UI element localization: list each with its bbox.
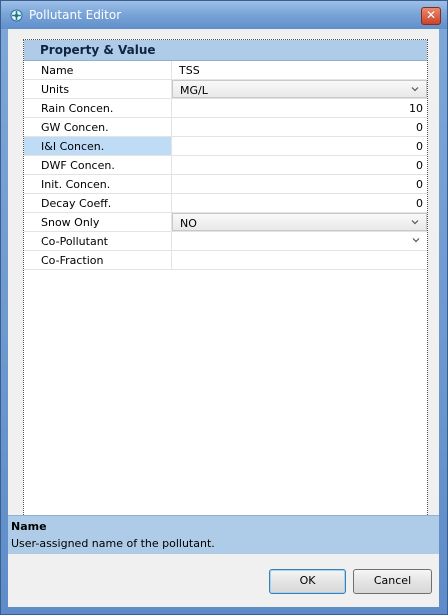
property-row[interactable]: Co-Pollutant: [24, 232, 427, 251]
grid-header-label: Property & Value: [40, 43, 156, 57]
property-value-dropdown[interactable]: [172, 232, 427, 250]
property-value-field[interactable]: 0: [172, 156, 427, 174]
property-name-cell[interactable]: Co-Fraction: [24, 251, 172, 269]
property-value: NO: [180, 217, 197, 230]
property-value: 0: [416, 140, 423, 153]
property-value: 0: [416, 121, 423, 134]
property-row[interactable]: Init. Concen. 0: [24, 175, 427, 194]
property-value-field[interactable]: 0: [172, 137, 427, 155]
property-row[interactable]: GW Concen. 0: [24, 118, 427, 137]
description-panel: Name User-assigned name of the pollutant…: [8, 515, 439, 554]
property-name-cell[interactable]: Co-Pollutant: [24, 232, 172, 250]
property-value: 0: [416, 197, 423, 210]
dialog-client-area: Property & Value Name TSS Units MG/L Rain Co…: [8, 29, 439, 607]
property-name: Init. Concen.: [41, 178, 111, 191]
property-value: TSS: [179, 64, 200, 77]
property-value-field[interactable]: 0: [172, 118, 427, 136]
property-name: Units: [41, 83, 70, 96]
property-value-dropdown[interactable]: MG/L: [172, 80, 427, 98]
property-value-field[interactable]: 10: [172, 99, 427, 117]
property-value: 0: [416, 178, 423, 191]
property-row[interactable]: Decay Coeff. 0: [24, 194, 427, 213]
property-name: Co-Fraction: [41, 254, 104, 267]
chevron-down-icon[interactable]: [410, 83, 420, 95]
property-rows: Name TSS Units MG/L Rain Concen. 10 GW Concen.…: [24, 61, 427, 270]
property-value-field[interactable]: 0: [172, 175, 427, 193]
property-name-cell[interactable]: Snow Only: [24, 213, 172, 231]
property-name-cell[interactable]: I&I Concen.: [24, 137, 172, 155]
description-text: User-assigned name of the pollutant.: [11, 537, 215, 550]
property-value: 10: [409, 102, 423, 115]
property-grid: Property & Value Name TSS Units MG/L Rain Co…: [23, 39, 428, 551]
property-name-cell[interactable]: Rain Concen.: [24, 99, 172, 117]
pollutant-app-icon: [10, 9, 23, 22]
property-value: MG/L: [180, 84, 208, 97]
property-name: Decay Coeff.: [41, 197, 112, 210]
property-row[interactable]: Units MG/L: [24, 80, 427, 99]
property-name-cell[interactable]: Name: [24, 61, 172, 79]
cancel-button[interactable]: Cancel: [353, 569, 432, 594]
close-button[interactable]: ✕: [421, 7, 441, 25]
property-name: Snow Only: [41, 216, 100, 229]
property-value-dropdown[interactable]: NO: [172, 213, 427, 231]
property-row[interactable]: Rain Concen. 10: [24, 99, 427, 118]
property-row[interactable]: DWF Concen. 0: [24, 156, 427, 175]
property-name-cell[interactable]: DWF Concen.: [24, 156, 172, 174]
property-row[interactable]: Name TSS: [24, 61, 427, 80]
pollutant-editor-window: Pollutant Editor ✕ Property & Value Name…: [0, 0, 448, 615]
window-title: Pollutant Editor: [29, 8, 122, 22]
property-row[interactable]: Snow Only NO: [24, 213, 427, 232]
ok-button[interactable]: OK: [269, 569, 346, 594]
property-name: Name: [41, 64, 74, 77]
close-icon: ✕: [425, 8, 437, 22]
chevron-down-icon[interactable]: [411, 234, 421, 246]
property-value-field[interactable]: 0: [172, 194, 427, 212]
grid-header: Property & Value: [24, 40, 427, 61]
property-value: 0: [416, 159, 423, 172]
title-bar[interactable]: Pollutant Editor ✕: [1, 1, 447, 29]
property-row[interactable]: I&I Concen. 0: [24, 137, 427, 156]
property-name-cell[interactable]: GW Concen.: [24, 118, 172, 136]
property-row[interactable]: Co-Fraction: [24, 251, 427, 270]
property-name: Co-Pollutant: [41, 235, 108, 248]
property-name: Rain Concen.: [41, 102, 114, 115]
property-value-field[interactable]: TSS: [172, 61, 427, 79]
property-value-field[interactable]: [172, 251, 427, 269]
property-name: DWF Concen.: [41, 159, 115, 172]
description-title: Name: [11, 520, 47, 533]
property-name-cell[interactable]: Units: [24, 80, 172, 98]
property-name-cell[interactable]: Init. Concen.: [24, 175, 172, 193]
chevron-down-icon[interactable]: [410, 216, 420, 228]
property-name: GW Concen.: [41, 121, 109, 134]
property-name-cell[interactable]: Decay Coeff.: [24, 194, 172, 212]
property-name: I&I Concen.: [41, 140, 105, 153]
